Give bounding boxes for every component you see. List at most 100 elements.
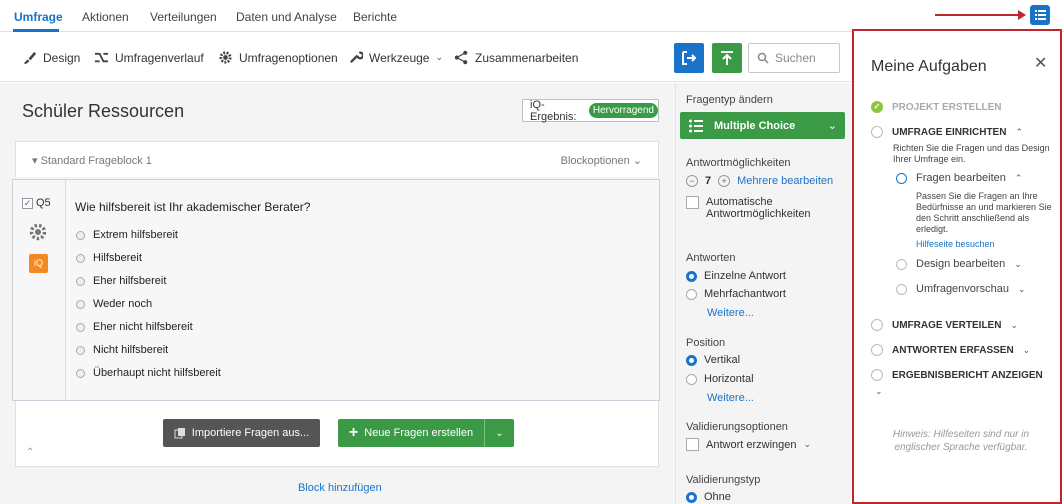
choice-item[interactable]: Überhaupt nicht hilfsbereit [76,367,221,379]
collaborate-button[interactable]: Zusammenarbeiten [454,50,578,65]
upload-icon [721,51,733,65]
step-label: ANTWORTEN ERFASSEN [892,344,1014,356]
step-results-report[interactable]: ERGEBNISBERICHT ANZEIGEN [871,369,1043,381]
iq-score-label: iQ-Ergebnis: [530,98,577,123]
single-answer-radio[interactable]: Einzelne Antwort [686,270,786,282]
substep-edit-questions[interactable]: Fragen bearbeiten ⌃ [896,172,1022,184]
top-nav: Umfrage Aktionen Verteilungen Daten und … [0,0,1064,32]
force-response-checkbox[interactable]: Antwort erzwingen ⌄ [686,438,811,451]
preview-button[interactable] [674,43,704,73]
more-answers-link[interactable]: Weitere... [707,307,754,319]
survey-title: Schüler Ressourcen [22,101,185,121]
tab-verteilungen[interactable]: Verteilungen [150,10,217,24]
substep-preview[interactable]: Umfragenvorschau ⌄ [896,283,1025,295]
validation-heading: Validierungsoptionen [686,421,788,433]
minus-icon[interactable]: − [686,175,698,187]
new-question-button[interactable]: + Neue Fragen erstellen ⌄ [338,419,514,447]
radio-icon [76,253,85,263]
radio-icon [686,288,697,300]
flow-icon [94,52,109,63]
annotation-arrow-head [1018,10,1026,20]
add-block-link[interactable]: Block hinzufügen [298,482,382,494]
publish-button[interactable] [712,43,742,73]
step-distribute[interactable]: UMFRAGE VERTEILEN ⌄ [871,319,1018,331]
none-label: Ohne [704,491,731,503]
tab-berichte[interactable]: Berichte [353,10,397,24]
search-input[interactable]: Suchen [748,43,840,73]
choice-label: Nicht hilfsbereit [93,344,169,356]
question-number: ✓ Q5 [22,197,51,209]
choices-count: 7 [705,175,712,187]
iq-icon[interactable]: iQ [29,254,48,273]
survey-history-button[interactable]: Umfragenverlauf [94,50,204,65]
tasks-list-button[interactable] [1030,5,1050,25]
brush-icon [23,51,37,65]
edit-multiple-link[interactable]: Mehrere bearbeiten [737,175,833,187]
design-label: Design [43,50,81,65]
checkbox-icon[interactable]: ✓ [22,197,33,209]
hint-text: Hinweis: Hilfeseiten sind nur in englisc… [892,429,1030,453]
history-label: Umfragenverlauf [115,50,204,65]
choice-item[interactable]: Eher nicht hilfsbereit [76,321,193,333]
step-create-project[interactable]: ✓ PROJEKT ERSTELLEN [871,101,1001,113]
horizontal-radio[interactable]: Horizontal [686,373,754,385]
survey-editor: Schüler Ressourcen iQ-Ergebnis: Hervorra… [0,83,675,504]
question-text[interactable]: Wie hilfsbereit ist Ihr akademischer Ber… [75,200,310,214]
vertical-radio[interactable]: Vertikal [686,354,740,366]
choice-label: Überhaupt nicht hilfsbereit [93,367,221,379]
help-page-link[interactable]: Hilfeseite besuchen [916,239,995,249]
plus-icon[interactable]: + [718,175,731,187]
circle-icon [871,319,883,331]
choice-item[interactable]: Nicht hilfsbereit [76,344,168,356]
step-collect-responses[interactable]: ANTWORTEN ERFASSEN ⌄ [871,344,1030,356]
block-options-dropdown[interactable]: Blockoptionen ⌄ [561,154,642,167]
none-radio[interactable]: Ohne [686,491,731,503]
force-response-label: Antwort erzwingen [706,438,797,451]
choice-item[interactable]: Eher hilfsbereit [76,275,166,287]
close-icon[interactable]: ✕ [1034,53,1047,73]
tools-label: Werkzeuge [369,50,430,65]
multi-answer-radio[interactable]: Mehrfachantwort [686,288,786,300]
chevron-up-icon[interactable]: ⌃ [26,447,34,458]
horizontal-label: Horizontal [704,373,754,385]
choice-item[interactable]: Extrem hilfsbereit [76,229,178,241]
question-type-dropdown[interactable]: Multiple Choice ⌄ [680,112,845,139]
substep-label: Design bearbeiten [916,258,1006,270]
chevron-up-icon: ⌃ [1014,172,1023,183]
question-card[interactable]: ✓ Q5 iQ Wie hilfsbereit ist Ihr akademis… [12,179,660,401]
wrench-icon [349,51,363,64]
choice-label: Weder noch [93,298,153,310]
tab-umfrage[interactable]: Umfrage [14,10,63,24]
more-position-link[interactable]: Weitere... [707,392,754,404]
choices-heading: Antwortmöglichkeiten [686,157,791,169]
substep-label: Umfragenvorschau [916,283,1009,295]
share-icon [454,50,468,65]
tab-aktionen[interactable]: Aktionen [82,10,129,24]
survey-toolbar: Design Umfragenverlauf Umfragenoptionen … [0,32,852,82]
gear-icon[interactable] [28,222,48,242]
design-button[interactable]: Design [22,50,80,65]
choice-item[interactable]: Hilfsbereit [76,252,142,264]
block-header: ▾ Standard Frageblock 1 Blockoptionen ⌄ [15,141,659,177]
radio-icon [76,230,85,240]
choice-label: Eher hilfsbereit [93,275,167,287]
chevron-down-icon: ⌄ [1017,283,1026,294]
new-question-main[interactable]: + Neue Fragen erstellen [338,419,485,447]
chevron-down-icon[interactable]: ⌄ [875,386,883,397]
survey-options-button[interactable]: Umfragenoptionen [218,50,338,65]
chevron-down-icon[interactable]: ⌄ [485,428,514,439]
options-label: Umfragenoptionen [239,50,338,65]
step-setup-survey[interactable]: UMFRAGE EINRICHTEN ⌃ [871,126,1023,138]
checkbox-icon [686,196,699,209]
choice-item[interactable]: Weder noch [76,298,152,310]
radio-icon [76,299,85,309]
block-title[interactable]: ▾ Standard Frageblock 1 [32,154,152,167]
import-questions-button[interactable]: Importiere Fragen aus... [163,419,320,447]
auto-choices-checkbox[interactable]: Automatische Antwortmöglichkeiten [686,196,824,220]
question-properties-panel: Fragentyp ändern Multiple Choice ⌄ Antwo… [675,83,851,504]
substep-edit-design[interactable]: Design bearbeiten ⌄ [896,258,1022,270]
tab-daten-und-analyse[interactable]: Daten und Analyse [236,10,337,24]
iq-score[interactable]: iQ-Ergebnis: Hervorragend [522,98,659,123]
step-label: PROJEKT ERSTELLEN [892,101,1002,113]
tools-dropdown[interactable]: Werkzeuge ⌄ [348,50,443,65]
